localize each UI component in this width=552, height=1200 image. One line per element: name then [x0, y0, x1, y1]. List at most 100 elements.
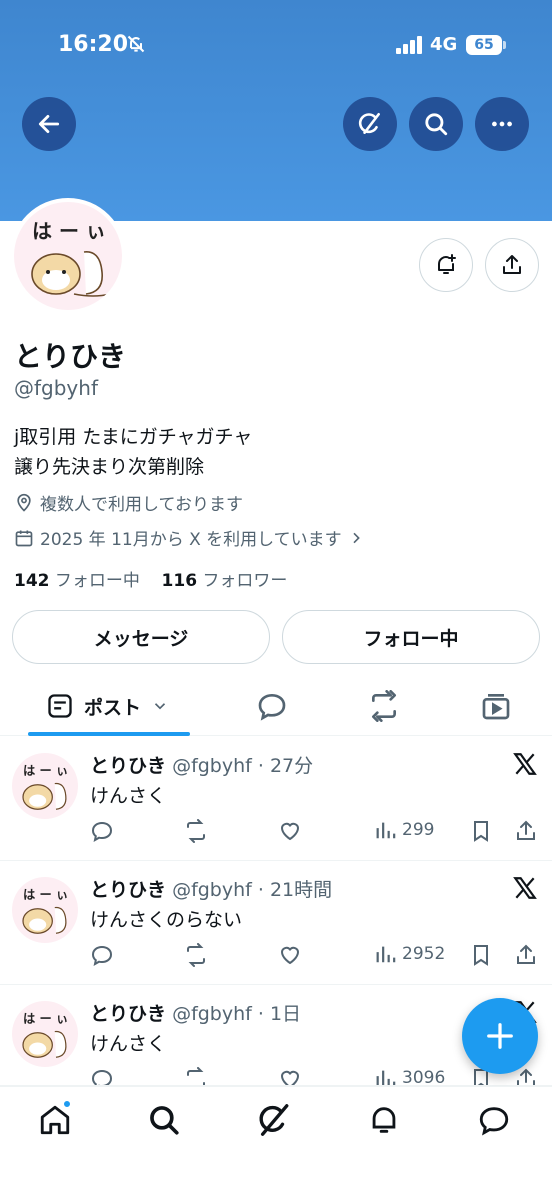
share-button[interactable] [514, 1067, 538, 1085]
location-pin-icon [17, 493, 31, 512]
repost-button[interactable] [184, 1067, 208, 1085]
repost-icon [372, 690, 396, 722]
bookmark-button[interactable] [469, 943, 493, 967]
post-author-name: とりひき [90, 879, 167, 901]
status-bar: 16:20 4G 65 [0, 30, 552, 62]
heart-icon [280, 822, 300, 841]
reply-button[interactable] [90, 819, 114, 843]
like-button[interactable] [278, 819, 302, 843]
post-header: とりひき @fgbyhf · 1日 [90, 999, 301, 1026]
share-profile-button[interactable] [485, 238, 539, 292]
views-button[interactable]: 2952 [374, 943, 445, 965]
views-button[interactable]: 3096 [374, 1067, 446, 1086]
post-meta: @fgbyhf · 1日 [172, 1003, 302, 1025]
dog-illustration: は ー ぃ [31, 219, 111, 297]
share-icon [517, 1068, 535, 1085]
post-item[interactable]: は ー ぃ とりひき @fgbyhf · 21時間 けんさくのらない 2952 [0, 861, 552, 985]
view-count: 299 [402, 820, 435, 840]
x-logo-icon [512, 875, 538, 905]
profile-name: とりひき [14, 340, 127, 373]
followers-label: フォロワー [202, 571, 288, 591]
back-button[interactable] [22, 97, 76, 151]
share-button[interactable] [514, 943, 538, 967]
more-horizontal-icon [492, 121, 512, 127]
battery-tip [503, 41, 506, 49]
profile-bio: j取引用 たまにガチャガチャ 譲り先決まり次第削除 [14, 422, 252, 482]
post-meta: @fgbyhf · 21時間 [172, 879, 333, 901]
post-header: とりひき @fgbyhf · 27分 [90, 751, 313, 778]
bottom-nav [0, 1086, 552, 1200]
bar-chart-icon [376, 822, 396, 839]
profile-tabs: ポスト [0, 680, 552, 736]
reply-button[interactable] [90, 1067, 114, 1085]
joined-text: 2025 年 11月から X を利用しています [40, 530, 342, 550]
bar-chart-icon [376, 946, 396, 963]
plus-icon [487, 1023, 513, 1049]
views-button[interactable]: 299 [374, 819, 434, 841]
profile-avatar[interactable]: は ー ぃ [10, 198, 126, 314]
nav-grok[interactable] [257, 1103, 291, 1141]
post-actions: 299 [0, 819, 552, 849]
tab-replies[interactable] [256, 690, 288, 726]
post-item[interactable]: は ー ぃ とりひき @fgbyhf · 27分 けんさく 299 [0, 737, 552, 861]
home-notification-dot [62, 1099, 72, 1109]
nav-search[interactable] [147, 1103, 181, 1141]
post-avatar[interactable]: は ー ぃ [12, 1001, 78, 1067]
message-bubble-icon [479, 1107, 509, 1136]
chevron-down-icon [154, 703, 166, 710]
more-button[interactable] [475, 97, 529, 151]
post-text: けんさく [90, 785, 167, 807]
repost-button[interactable] [184, 819, 208, 843]
reply-icon [91, 821, 113, 842]
share-icon [503, 255, 521, 274]
search-button[interactable] [409, 97, 463, 151]
reply-button[interactable] [90, 943, 114, 967]
followers-count: 116 [161, 571, 198, 591]
grok-icon [358, 112, 380, 134]
bell-plus-icon [438, 254, 456, 274]
share-icon [517, 944, 535, 964]
post-meta: @fgbyhf · 27分 [172, 755, 314, 777]
repost-button[interactable] [184, 943, 208, 967]
compose-button[interactable] [462, 998, 538, 1074]
post-tab-icon [48, 694, 72, 718]
reply-icon [91, 1069, 113, 1085]
grok-button[interactable] [343, 97, 397, 151]
tab-posts[interactable]: ポスト [46, 692, 169, 720]
tab-reposts[interactable] [368, 690, 400, 726]
battery-level: 65 [466, 35, 502, 55]
post-avatar[interactable]: は ー ぃ [12, 877, 78, 943]
following-button[interactable]: フォロー中 [282, 610, 540, 664]
nav-messages[interactable] [477, 1103, 511, 1141]
bio-line: 譲り先決まり次第削除 [14, 456, 205, 478]
view-count: 3096 [402, 1068, 446, 1086]
tab-posts-label: ポスト [84, 696, 142, 719]
search-icon [150, 1106, 179, 1135]
like-button[interactable] [278, 943, 302, 967]
bookmark-icon [474, 821, 488, 842]
location-text: 複数人で利用しております [40, 495, 243, 515]
search-icon [425, 113, 448, 136]
svg-text:は ー ぃ: は ー ぃ [32, 219, 106, 243]
svg-text:は ー ぃ: は ー ぃ [23, 764, 68, 778]
active-tab-indicator [28, 732, 190, 736]
followers-link[interactable]: 116 フォロワー [162, 571, 288, 591]
nav-notifications[interactable] [367, 1103, 401, 1141]
share-button[interactable] [514, 819, 538, 843]
following-link[interactable]: 142 フォロー中 [14, 571, 140, 591]
repost-icon [187, 943, 205, 967]
notify-button[interactable] [419, 238, 473, 292]
bookmark-button[interactable] [469, 819, 493, 843]
tab-media[interactable] [480, 690, 512, 726]
calendar-icon [15, 530, 33, 546]
following-label: フォロー中 [54, 571, 140, 591]
repost-icon [187, 1067, 205, 1085]
video-library-icon [482, 694, 510, 720]
like-button[interactable] [278, 1067, 302, 1085]
profile-handle: @fgbyhf [14, 376, 98, 400]
message-button[interactable]: メッセージ [12, 610, 270, 664]
post-actions: 2952 [0, 943, 552, 973]
reply-icon [91, 945, 113, 966]
post-avatar[interactable]: は ー ぃ [12, 753, 78, 819]
profile-joined[interactable]: 2025 年 11月から X を利用しています [14, 525, 364, 550]
